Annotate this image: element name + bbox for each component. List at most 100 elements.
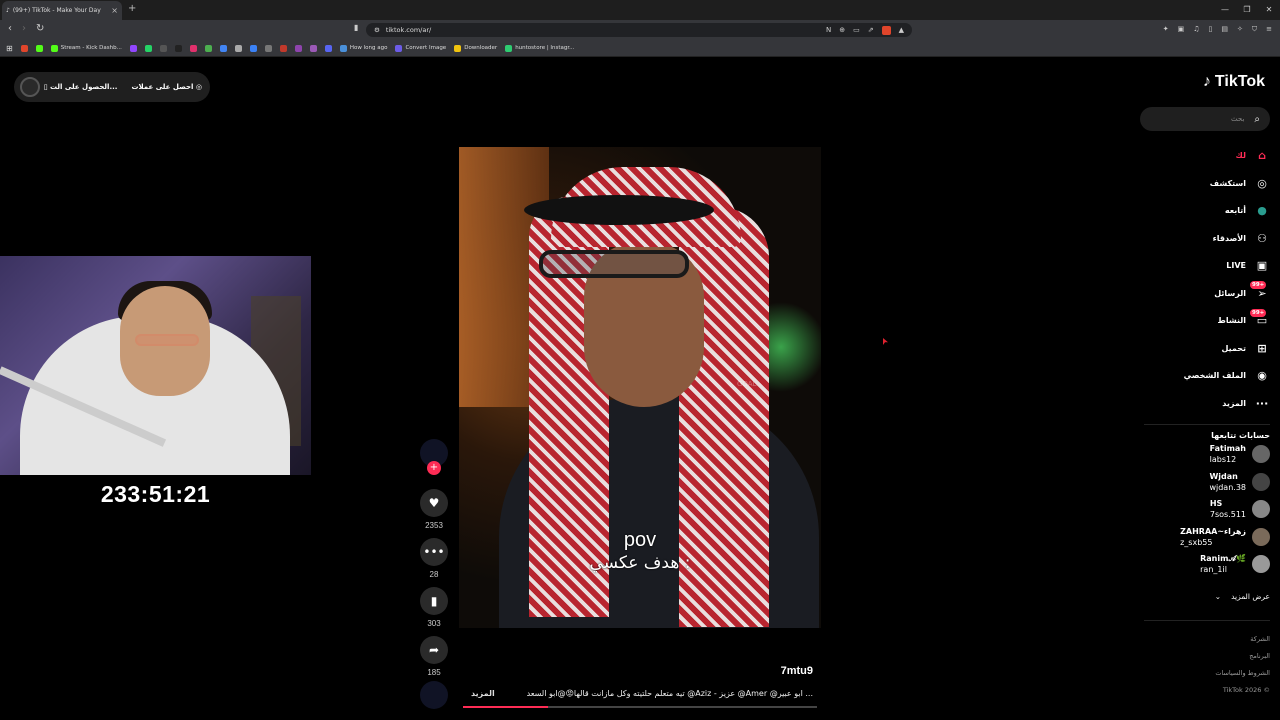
bookmark-item[interactable] (294, 44, 302, 52)
share-button[interactable]: ➦ (420, 636, 448, 664)
footer-link[interactable]: الشركة (1140, 631, 1270, 648)
show-more-button[interactable]: عرض المزيد ⌄ (1215, 592, 1270, 601)
browser-tab-bar: ♪ (99+) TikTok - Make Your Day × + — ❐ ✕ (0, 0, 1280, 20)
tiktok-logo[interactable]: TikTok ♪ (1203, 73, 1265, 91)
minimize-icon[interactable]: — (1214, 0, 1236, 20)
forward-icon[interactable]: › (22, 23, 26, 34)
bookmark-favicon-icon (249, 44, 257, 52)
nav-item[interactable]: ➢ +99 الرسائل (1150, 280, 1270, 308)
nav-item[interactable]: ▣ LIVE (1150, 252, 1270, 280)
extension-puzzle-icon[interactable]: ✦ (1163, 25, 1169, 34)
bookmark-item[interactable] (20, 44, 28, 52)
rewards-icon[interactable]: ▲ (899, 26, 904, 35)
account-handle: wjdan.38 (1209, 482, 1246, 492)
bookmark-item[interactable] (309, 44, 317, 52)
user-avatar[interactable] (20, 77, 40, 97)
close-window-icon[interactable]: ✕ (1258, 0, 1280, 20)
share-icon[interactable]: ⇗ (868, 26, 874, 35)
bookmark-item[interactable] (234, 44, 242, 52)
media-icon[interactable]: ♫ (1193, 25, 1199, 34)
bookmark-item[interactable] (159, 44, 167, 52)
video-progress-bar[interactable] (463, 706, 817, 708)
wallet-icon[interactable]: ▤ (1221, 25, 1228, 34)
translate-icon[interactable]: N (826, 26, 831, 35)
nav-item[interactable]: ▭ +99 النشاط (1150, 307, 1270, 335)
bookmark-item[interactable] (249, 44, 257, 52)
account-name: Wjdan (1209, 471, 1238, 481)
main-nav: ⌂ لك ◎ استكشف ● أتابعه ⚇ الأصدقاء ▣ LIVE ➢ +99 الرسا… (1150, 142, 1270, 417)
following-account[interactable]: ZAHRAA~زهراء z_sxb55 (1150, 526, 1270, 548)
nav-item[interactable]: ⚇ الأصدقاء (1150, 225, 1270, 253)
nav-item[interactable]: ● أتابعه (1150, 197, 1270, 225)
follow-plus-icon[interactable]: + (427, 461, 441, 475)
cast-icon[interactable]: ▭ (853, 26, 860, 35)
like-button[interactable]: ♥ (420, 489, 448, 517)
search-icon[interactable]: ⌕ (1254, 114, 1260, 125)
tiktok-favicon-icon: ♪ (6, 7, 10, 14)
bookmark-item[interactable]: huntostore | Instagr... (505, 44, 574, 52)
get-app-button[interactable]: ▯ الحصول على الت... (44, 83, 118, 91)
more-button[interactable]: المزيد (459, 689, 495, 698)
following-account[interactable]: HS 7sos.511 (1150, 498, 1270, 520)
menu-icon[interactable]: ≡ (1266, 25, 1272, 34)
extension-icon[interactable]: ▣ (1178, 25, 1185, 34)
bookmark-item[interactable] (219, 44, 227, 52)
following-account[interactable]: Fatimah labs12 (1150, 443, 1270, 465)
url-text[interactable]: tiktok.com/ar/ (386, 26, 431, 34)
bookmark-item[interactable] (129, 44, 137, 52)
more-icon: ··· (1255, 396, 1269, 410)
bookmark-item[interactable] (144, 44, 152, 52)
bookmark-item[interactable]: How long ago (339, 44, 387, 52)
nav-item[interactable]: ··· المزيد (1150, 390, 1270, 418)
video-description: تيه متعلم حلتيته وكل مازانت قالها😡@ابو ا… (526, 689, 813, 698)
reload-icon[interactable]: ↻ (36, 23, 44, 34)
address-bar[interactable]: ⚙ tiktok.com/ar/ N ⊕ ▭ ⇗ ▲ (366, 23, 912, 37)
get-coins-button[interactable]: احصل على عملات ◎ (131, 83, 202, 91)
bookmark-item[interactable] (204, 44, 212, 52)
bookmark-item[interactable] (324, 44, 332, 52)
bookmark-item[interactable] (189, 44, 197, 52)
save-button[interactable]: ▮ (420, 587, 448, 615)
account-handle: ran_1il (1200, 565, 1227, 574)
bookmark-item[interactable] (264, 44, 272, 52)
account-avatar (1252, 527, 1270, 546)
bookmark-star-icon[interactable]: ▮ (354, 23, 358, 32)
bookmark-item[interactable] (279, 44, 287, 52)
nav-label: LIVE (1226, 261, 1246, 271)
apps-grid-icon[interactable]: ⊞ (6, 44, 13, 53)
brave-shield-icon[interactable] (881, 25, 891, 35)
following-account[interactable]: Ranim𝒜🌿 ran_1il (1150, 553, 1270, 575)
bookmark-item[interactable] (35, 44, 43, 52)
zoom-icon[interactable]: ⊕ (839, 26, 845, 35)
footer-link[interactable]: الشروط والسياسات (1140, 665, 1270, 682)
search-input[interactable]: ⌕ بحث (1140, 107, 1270, 131)
footer-link[interactable]: البرنامج (1140, 648, 1270, 665)
nav-item[interactable]: ◎ استكشف (1150, 170, 1270, 198)
new-tab-icon[interactable]: + (128, 3, 136, 14)
bookmark-icon: ▮ (430, 594, 438, 608)
footer-link[interactable]: © 2026 TikTok (1140, 682, 1270, 699)
music-disc[interactable] (420, 681, 448, 709)
sidebar-icon[interactable]: ▯ (1209, 25, 1213, 34)
site-info-icon[interactable]: ⚙ (374, 26, 380, 34)
bookmark-item[interactable]: Convert Image (395, 44, 447, 52)
bookmark-item[interactable]: Stream - Kick Dashb... (50, 44, 122, 52)
video-player[interactable]: GOAL pov هدف عكسي : (459, 147, 821, 628)
browser-tab[interactable]: ♪ (99+) TikTok - Make Your Day × (2, 1, 122, 20)
bookmark-label: Convert Image (405, 45, 447, 51)
following-account[interactable]: Wjdan wjdan.38 (1150, 471, 1270, 493)
bookmark-item[interactable] (174, 44, 182, 52)
restore-icon[interactable]: ❐ (1236, 0, 1258, 20)
close-tab-icon[interactable]: × (111, 6, 118, 15)
nav-item[interactable]: ◉ الملف الشخصي (1150, 362, 1270, 390)
messages-icon: ➢ +99 (1250, 281, 1267, 300)
video-author[interactable]: 7mtu9 (781, 665, 813, 677)
comment-button[interactable]: ••• (420, 538, 448, 566)
account-names: Wjdan wjdan.38 (1209, 471, 1246, 493)
nav-item[interactable]: ⌂ لك (1150, 142, 1270, 170)
back-icon[interactable]: ‹ (8, 23, 12, 34)
leo-icon[interactable]: ✧ (1237, 25, 1243, 34)
bookmark-item[interactable]: Downloader (454, 44, 497, 52)
nav-item[interactable]: ⊞ تحميل (1150, 335, 1270, 363)
vpn-icon[interactable]: ⛉ (1252, 25, 1257, 34)
